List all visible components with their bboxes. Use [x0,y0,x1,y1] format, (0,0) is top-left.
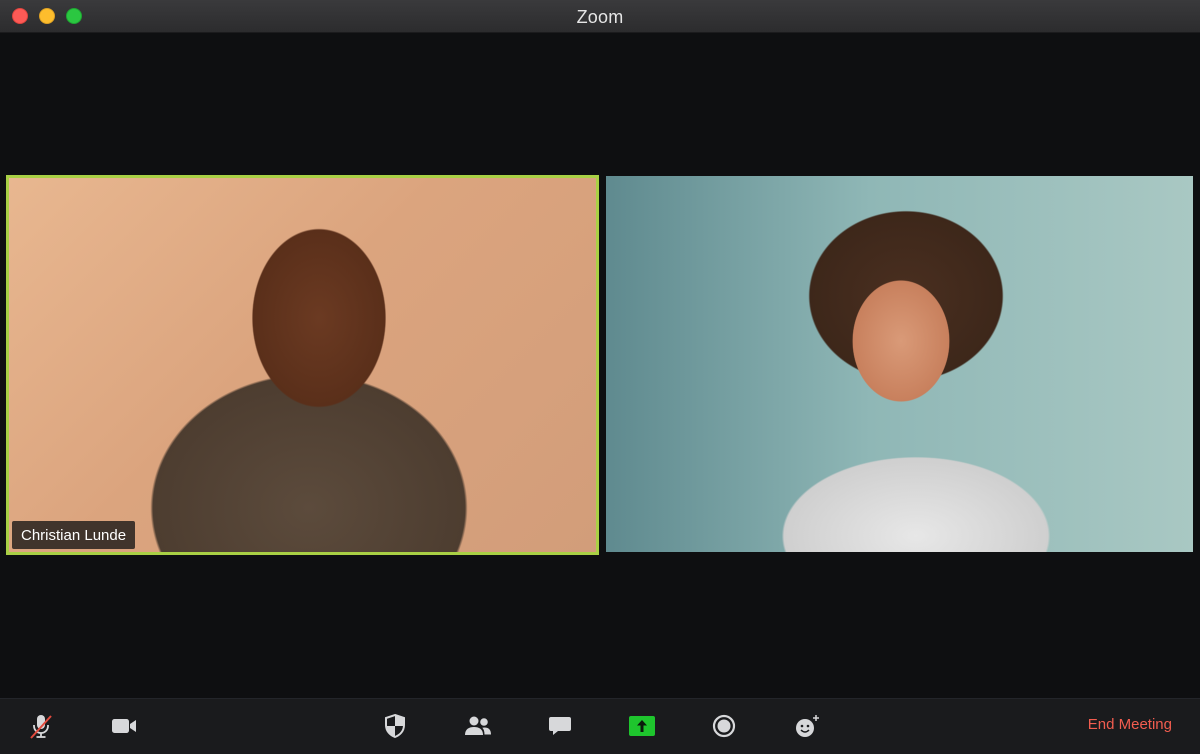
end-meeting-button[interactable]: End Meeting [1088,716,1172,733]
security-button[interactable] [381,711,409,741]
share-arrow-icon [629,716,655,736]
window-title: Zoom [576,7,624,27]
video-camera-icon [112,719,136,733]
chat-button[interactable] [545,711,575,741]
share-screen-button[interactable] [627,711,657,741]
participant-video-tile[interactable] [606,176,1193,552]
video-button[interactable] [108,711,140,741]
record-button[interactable] [710,711,738,741]
microphone-muted-icon [30,715,52,739]
record-icon [712,714,736,738]
video-gallery: Christian Lunde [0,33,1200,698]
reactions-button[interactable] [792,711,822,741]
participant-name-label: Christian Lunde [12,521,136,549]
title-bar: Zoom [0,0,1200,33]
smiley-plus-icon [796,715,819,737]
people-icon [465,716,491,735]
mute-button[interactable] [27,711,55,741]
participants-button[interactable] [462,711,494,741]
participant-video-tile[interactable]: Christian Lunde [6,175,599,555]
chat-bubble-icon [549,717,571,735]
meeting-controls-toolbar: End Meeting [0,698,1200,754]
shield-icon [385,713,405,739]
